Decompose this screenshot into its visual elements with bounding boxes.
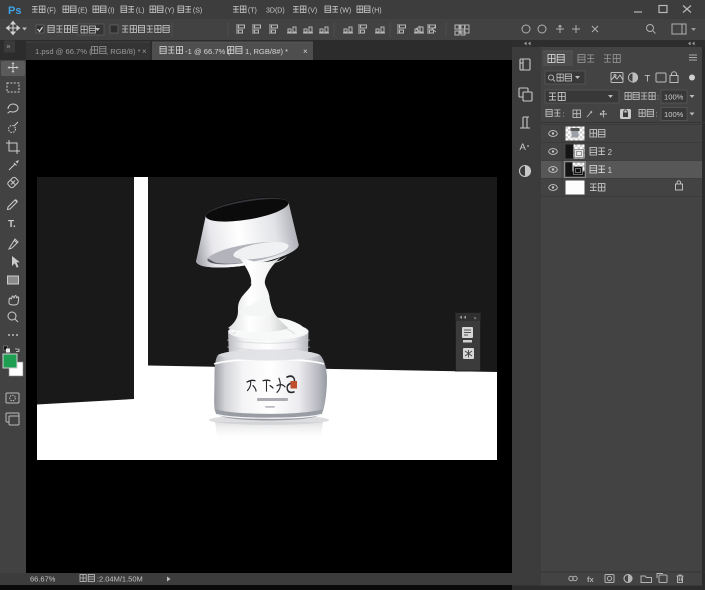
svg-text::: : <box>562 110 564 119</box>
svg-text:fx: fx <box>587 575 594 584</box>
svg-text:(T): (T) <box>248 7 257 14</box>
svg-text:(S): (S) <box>193 7 202 14</box>
svg-text:(H): (H) <box>372 7 382 14</box>
svg-text:(W): (W) <box>340 7 351 14</box>
svg-text:×: × <box>142 47 147 56</box>
svg-text:2: 2 <box>608 148 613 157</box>
svg-text:(L): (L) <box>136 7 145 14</box>
svg-text:Ps: Ps <box>8 5 21 17</box>
svg-text::: : <box>657 93 659 102</box>
svg-text:1.psd @ 66.7% (: 1.psd @ 66.7% ( <box>35 47 92 56</box>
svg-text:(E): (E) <box>78 7 87 14</box>
svg-text:3D(D): 3D(D) <box>266 7 285 14</box>
svg-text:-1 @ 66.7% (: -1 @ 66.7% ( <box>185 47 230 56</box>
svg-text:1, RGB/8#) *: 1, RGB/8#) * <box>245 47 288 56</box>
svg-text:(Y): (Y) <box>165 7 174 14</box>
svg-text:66.67%: 66.67% <box>30 575 56 584</box>
svg-text:»: » <box>7 44 11 51</box>
svg-text:1: 1 <box>608 166 613 175</box>
svg-text:, RGB/8) *: , RGB/8) * <box>106 47 141 56</box>
svg-text:(V): (V) <box>308 7 317 14</box>
svg-text:T.: T. <box>8 219 16 230</box>
svg-text:A: A <box>520 142 527 153</box>
svg-text:T: T <box>645 74 651 85</box>
svg-text:100%: 100% <box>664 110 684 119</box>
svg-text:(F): (F) <box>47 7 56 14</box>
svg-text:×: × <box>303 47 308 56</box>
svg-text::2.04M/1.50M: :2.04M/1.50M <box>97 575 143 584</box>
svg-text::: : <box>655 110 657 119</box>
svg-text:100%: 100% <box>664 93 684 102</box>
svg-text:×: × <box>474 316 477 322</box>
svg-text:(I): (I) <box>108 7 115 14</box>
